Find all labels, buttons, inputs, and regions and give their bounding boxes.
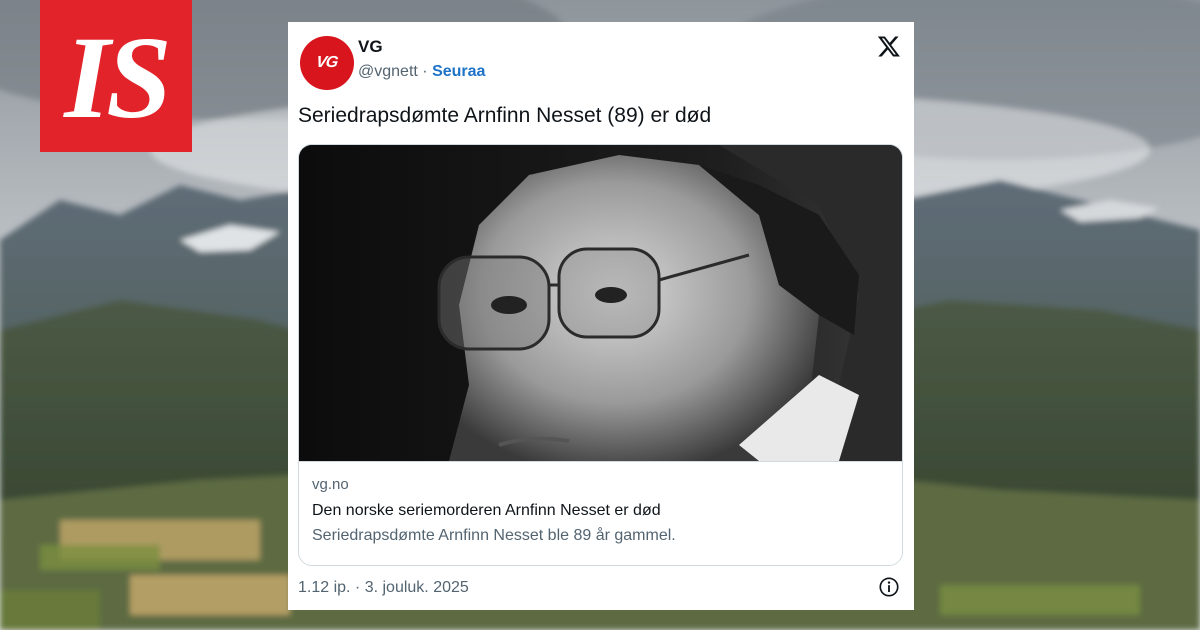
account-row: @vgnett · Seuraa	[358, 63, 485, 81]
info-icon[interactable]	[878, 576, 900, 598]
avatar[interactable]: VG	[300, 36, 354, 90]
account-name[interactable]: VG	[358, 37, 383, 57]
avatar-text: VG	[315, 54, 339, 71]
link-title: Den norske seriemorderen Arnfinn Nesset …	[312, 502, 661, 519]
separator: ·	[422, 63, 428, 80]
account-handle[interactable]: @vgnett	[358, 63, 418, 80]
tweet-card: VG VG @vgnett · Seuraa Seriedrapsdømte A…	[288, 22, 914, 610]
is-logo: IS	[40, 0, 192, 152]
link-meta: vg.no Den norske seriemorderen Arnfinn N…	[299, 461, 902, 565]
follow-button[interactable]: Seuraa	[432, 63, 485, 80]
x-logo-icon[interactable]	[876, 34, 902, 58]
tweet-timestamp[interactable]: 1.12 ip. · 3. jouluk. 2025	[298, 579, 469, 597]
link-card[interactable]: vg.no Den norske seriemorderen Arnfinn N…	[298, 144, 903, 566]
article-photo[interactable]	[299, 145, 902, 461]
is-logo-text: IS	[64, 12, 172, 143]
link-description: Seriedrapsdømte Arnfinn Nesset ble 89 år…	[312, 527, 676, 544]
tweet-text: Seriedrapsdømte Arnfinn Nesset (89) er d…	[298, 104, 712, 127]
link-domain: vg.no	[312, 476, 349, 493]
